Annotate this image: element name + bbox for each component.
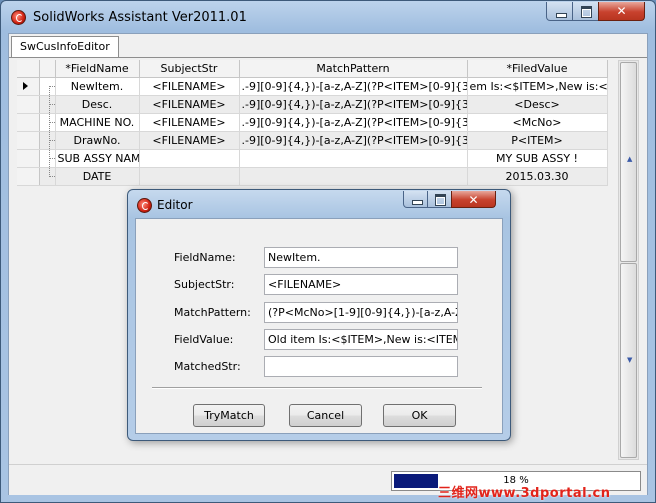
editor-title: Editor: [157, 198, 193, 212]
cell-filedvalue[interactable]: MY SUB ASSY !: [467, 149, 608, 168]
matchpattern-input[interactable]: (?P<McNo>[1-9][0-9]{4,})-[a-z,A-Z](?F: [264, 302, 458, 323]
close-button[interactable]: ✕: [598, 2, 645, 21]
editor-app-icon: [137, 198, 152, 213]
cell-subjectstr[interactable]: <FILENAME>: [139, 113, 240, 132]
cell-matchpattern[interactable]: [239, 167, 468, 186]
grid-vertical-scrollbar[interactable]: ▲ ▼: [618, 60, 639, 460]
watermark: 三维网www.3dportal.cn: [438, 486, 611, 501]
editor-dialog: Editor ✕ FieldName: NewItem. SubjectStr:…: [127, 189, 511, 441]
fieldvalue-label: FieldValue:: [174, 333, 234, 346]
dialog-separator: [152, 387, 482, 389]
column-header-subjectstr[interactable]: SubjectStr: [139, 60, 240, 78]
cell-fieldname[interactable]: DrawNo.: [55, 131, 140, 150]
cell-filedvalue[interactable]: P<ITEM>: [467, 131, 608, 150]
column-header-matchpattern[interactable]: MatchPattern: [239, 60, 468, 78]
maximize-icon: [435, 194, 446, 206]
cell-subjectstr[interactable]: [139, 167, 240, 186]
maximize-icon: [581, 6, 592, 18]
cell-matchpattern[interactable]: .-9][0-9]{4,})-[a-z,A-Z](?P<ITEM>[0-9]{3…: [239, 113, 468, 132]
table-row[interactable]: SUB ASSY NAME MY SUB ASSY !: [17, 149, 608, 168]
row-header[interactable]: [17, 167, 40, 186]
close-icon: ✕: [616, 4, 627, 18]
row-header[interactable]: [17, 113, 40, 132]
cell-fieldname[interactable]: MACHINE NO.: [55, 113, 140, 132]
matchedstr-input[interactable]: [264, 356, 458, 377]
row-header-corner: [17, 60, 40, 78]
matchedstr-label: MatchedStr:: [174, 360, 241, 373]
tree-connector: [39, 77, 56, 96]
cancel-button[interactable]: Cancel: [289, 404, 362, 427]
row-header[interactable]: [17, 77, 40, 96]
current-row-arrow-icon: [23, 82, 28, 90]
cell-matchpattern[interactable]: .-9][0-9]{4,})-[a-z,A-Z](?P<ITEM>[0-9]{3…: [239, 95, 468, 114]
tree-header: [39, 60, 56, 78]
editor-maximize-button[interactable]: [427, 191, 452, 208]
cell-matchpattern[interactable]: [239, 149, 468, 168]
maximize-button[interactable]: [572, 2, 599, 21]
editor-close-button[interactable]: ✕: [451, 191, 496, 208]
minimize-button[interactable]: [546, 2, 573, 21]
minimize-icon: [556, 13, 567, 18]
table-row[interactable]: Desc. <FILENAME> .-9][0-9]{4,})-[a-z,A-Z…: [17, 95, 608, 114]
subjectstr-label: SubjectStr:: [174, 278, 235, 291]
cell-fieldname[interactable]: NewItem.: [55, 77, 140, 96]
table-row[interactable]: DATE 2015.03.30: [17, 167, 608, 186]
cell-subjectstr[interactable]: <FILENAME>: [139, 77, 240, 96]
cell-filedvalue[interactable]: 2015.03.30: [467, 167, 608, 186]
window-title: SolidWorks Assistant Ver2011.01: [33, 10, 247, 25]
subjectstr-input[interactable]: <FILENAME>: [264, 274, 458, 295]
column-header-fieldname[interactable]: *FieldName: [55, 60, 140, 78]
cell-matchpattern[interactable]: .-9][0-9]{4,})-[a-z,A-Z](?P<ITEM>[0-9]{3…: [239, 131, 468, 150]
row-header[interactable]: [17, 131, 40, 150]
table-row[interactable]: MACHINE NO. <FILENAME> .-9][0-9]{4,})-[a…: [17, 113, 608, 132]
tree-connector: [39, 167, 56, 186]
table-row[interactable]: NewItem. <FILENAME> .-9][0-9]{4,})-[a-z,…: [17, 77, 608, 96]
matchpattern-label: MatchPattern:: [174, 306, 251, 319]
fieldname-label: FieldName:: [174, 251, 236, 264]
custom-info-grid: *FieldName SubjectStr MatchPattern *File…: [17, 60, 608, 186]
trymatch-button[interactable]: TryMatch: [193, 404, 265, 427]
cell-filedvalue[interactable]: em Is:<$ITEM>,New is:<IT: [467, 77, 608, 96]
fieldname-input[interactable]: NewItem.: [264, 247, 458, 268]
fieldvalue-input[interactable]: Old item Is:<$ITEM>,New is:<ITEM>: [264, 329, 458, 350]
tree-connector: [39, 131, 56, 150]
cell-filedvalue[interactable]: <Desc>: [467, 95, 608, 114]
editor-minimize-button[interactable]: [403, 191, 428, 208]
table-row[interactable]: DrawNo. <FILENAME> .-9][0-9]{4,})-[a-z,A…: [17, 131, 608, 150]
cell-subjectstr[interactable]: <FILENAME>: [139, 95, 240, 114]
ok-button[interactable]: OK: [383, 404, 456, 427]
tab-swcusinfoeditor[interactable]: SwCusInfoEditor: [11, 36, 119, 58]
solidworks-app-icon: [11, 10, 26, 25]
row-header[interactable]: [17, 149, 40, 168]
editor-title-bar[interactable]: Editor ✕: [128, 190, 510, 218]
scroll-down-region[interactable]: ▼: [620, 263, 637, 458]
cell-filedvalue[interactable]: <McNo>: [467, 113, 608, 132]
cell-subjectstr[interactable]: <FILENAME>: [139, 131, 240, 150]
tree-connector: [39, 113, 56, 132]
editor-client: FieldName: NewItem. SubjectStr: <FILENAM…: [135, 218, 503, 434]
cell-fieldname[interactable]: SUB ASSY NAME: [55, 149, 140, 168]
cell-fieldname[interactable]: DATE: [55, 167, 140, 186]
scroll-up-icon[interactable]: ▲: [627, 155, 632, 163]
scroll-down-icon[interactable]: ▼: [627, 356, 632, 364]
minimize-icon: [412, 200, 423, 205]
cell-subjectstr[interactable]: [139, 149, 240, 168]
row-header[interactable]: [17, 95, 40, 114]
title-bar[interactable]: SolidWorks Assistant Ver2011.01 ✕: [1, 1, 655, 33]
cell-fieldname[interactable]: Desc.: [55, 95, 140, 114]
close-icon: ✕: [468, 193, 479, 207]
tree-connector: [39, 149, 56, 168]
tree-connector: [39, 95, 56, 114]
cell-matchpattern[interactable]: .-9][0-9]{4,})-[a-z,A-Z](?P<ITEM>[0-9]{3…: [239, 77, 468, 96]
column-header-filedvalue[interactable]: *FiledValue: [467, 60, 608, 78]
scroll-up-region[interactable]: ▲: [620, 62, 637, 262]
